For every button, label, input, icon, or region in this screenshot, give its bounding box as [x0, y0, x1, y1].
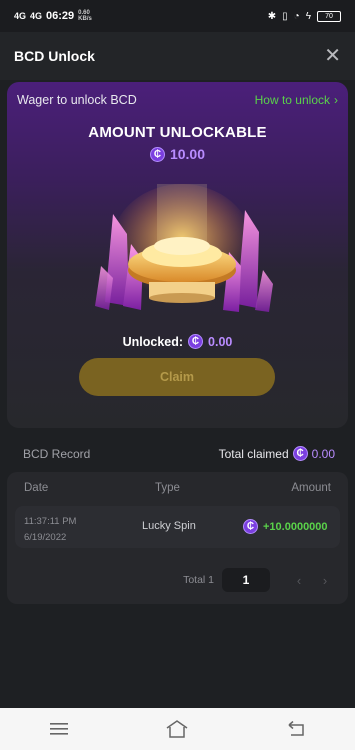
- back-button[interactable]: [276, 714, 316, 744]
- total-claimed-label: Total claimed: [218, 446, 289, 461]
- how-to-unlock-link[interactable]: How to unlock ›: [255, 93, 338, 107]
- home-button[interactable]: [157, 714, 197, 744]
- page-number-input[interactable]: 1: [222, 568, 270, 592]
- row-type: Lucky Spin: [142, 520, 196, 532]
- status-time: 06:29: [46, 10, 75, 22]
- bcd-coin-icon: ₵: [292, 446, 308, 461]
- how-to-unlock-label: How to unlock: [254, 93, 330, 107]
- menu-icon: [50, 723, 69, 735]
- network-speed: 0.60 KB/s: [78, 10, 92, 22]
- system-nav-bar: [0, 708, 355, 750]
- unlock-card: Wager to unlock BCD How to unlock › AMOU…: [7, 82, 348, 428]
- chevron-left-icon: ‹: [296, 572, 302, 588]
- record-title: BCD Record: [23, 446, 91, 461]
- menu-button[interactable]: [39, 714, 79, 744]
- column-header-amount: Amount: [291, 482, 331, 494]
- next-page-button[interactable]: ›: [316, 573, 334, 588]
- claim-button[interactable]: Claim: [79, 358, 275, 396]
- bcd-coin-icon: ₵: [149, 146, 165, 162]
- row-date: 6/19/2022: [24, 532, 67, 543]
- amount-unlockable-title: AMOUNT UNLOCKABLE: [88, 124, 267, 141]
- row-amount: +10.0000000: [263, 520, 328, 533]
- unlocked-row: Unlocked: ₵ 0.00: [7, 334, 348, 349]
- column-header-date: Date: [24, 482, 49, 494]
- total-claimed-value: 0.00: [311, 446, 335, 461]
- row-amount-cell: ₵ +10.0000000: [243, 519, 328, 534]
- page-title: BCD Unlock: [14, 48, 95, 64]
- amount-unlockable-row: ₵ 10.00: [7, 146, 348, 162]
- column-header-type: Type: [155, 482, 180, 494]
- status-bar: 4G 4G 06:29 0.60 KB/s ✱ ▯ ◔ ϟ 70: [0, 0, 355, 32]
- charging-icon: ϟ: [305, 10, 311, 22]
- signal-indicator-2: 4G: [30, 11, 43, 21]
- row-time: 11:37:11 PM: [24, 516, 77, 527]
- total-claimed: Total claimed ₵ 0.00: [219, 446, 335, 461]
- row-date-cell: 11:37:11 PM 6/19/2022: [24, 514, 76, 546]
- vibrate-icon: ▯: [282, 10, 288, 22]
- battery-icon: 70: [317, 10, 341, 22]
- pagination: Total 1 1 ‹ ›: [183, 568, 334, 592]
- modal-header: BCD Unlock ✕: [0, 32, 355, 80]
- bcd-coin-icon: ₵: [188, 334, 204, 349]
- card-top-bar: Wager to unlock BCD How to unlock ›: [7, 82, 348, 118]
- unlocked-value: 0.00: [208, 334, 233, 349]
- signal-indicator-1: 4G: [14, 11, 27, 21]
- wager-label: Wager to unlock BCD: [17, 93, 137, 107]
- pagination-total: Total 1: [183, 574, 214, 586]
- status-left: 4G 4G 06:29 0.60 KB/s: [14, 10, 94, 22]
- close-button[interactable]: ✕: [324, 46, 341, 66]
- bcd-coin-icon: ₵: [243, 519, 258, 534]
- table-row: 11:37:11 PM 6/19/2022 Lucky Spin ₵ +10.0…: [15, 506, 340, 548]
- chevron-right-icon: ›: [334, 93, 338, 107]
- record-header: BCD Record Total claimed ₵ 0.00: [23, 446, 335, 461]
- record-table: Date Type Amount 11:37:11 PM 6/19/2022 L…: [7, 472, 348, 604]
- status-right: ✱ ▯ ◔ ϟ 70: [267, 10, 341, 22]
- close-icon: ✕: [324, 45, 341, 67]
- unlocked-label: Unlocked:: [122, 334, 184, 349]
- bluetooth-icon: ✱: [267, 10, 277, 22]
- back-icon: [288, 721, 304, 736]
- chevron-right-icon: ›: [322, 572, 328, 588]
- treasure-crystal-illustration: [95, 184, 273, 312]
- amount-unlockable-value: 10.00: [169, 146, 206, 162]
- wifi-icon: ◔: [293, 10, 300, 22]
- prev-page-button[interactable]: ‹: [290, 573, 308, 588]
- home-icon: [167, 720, 188, 738]
